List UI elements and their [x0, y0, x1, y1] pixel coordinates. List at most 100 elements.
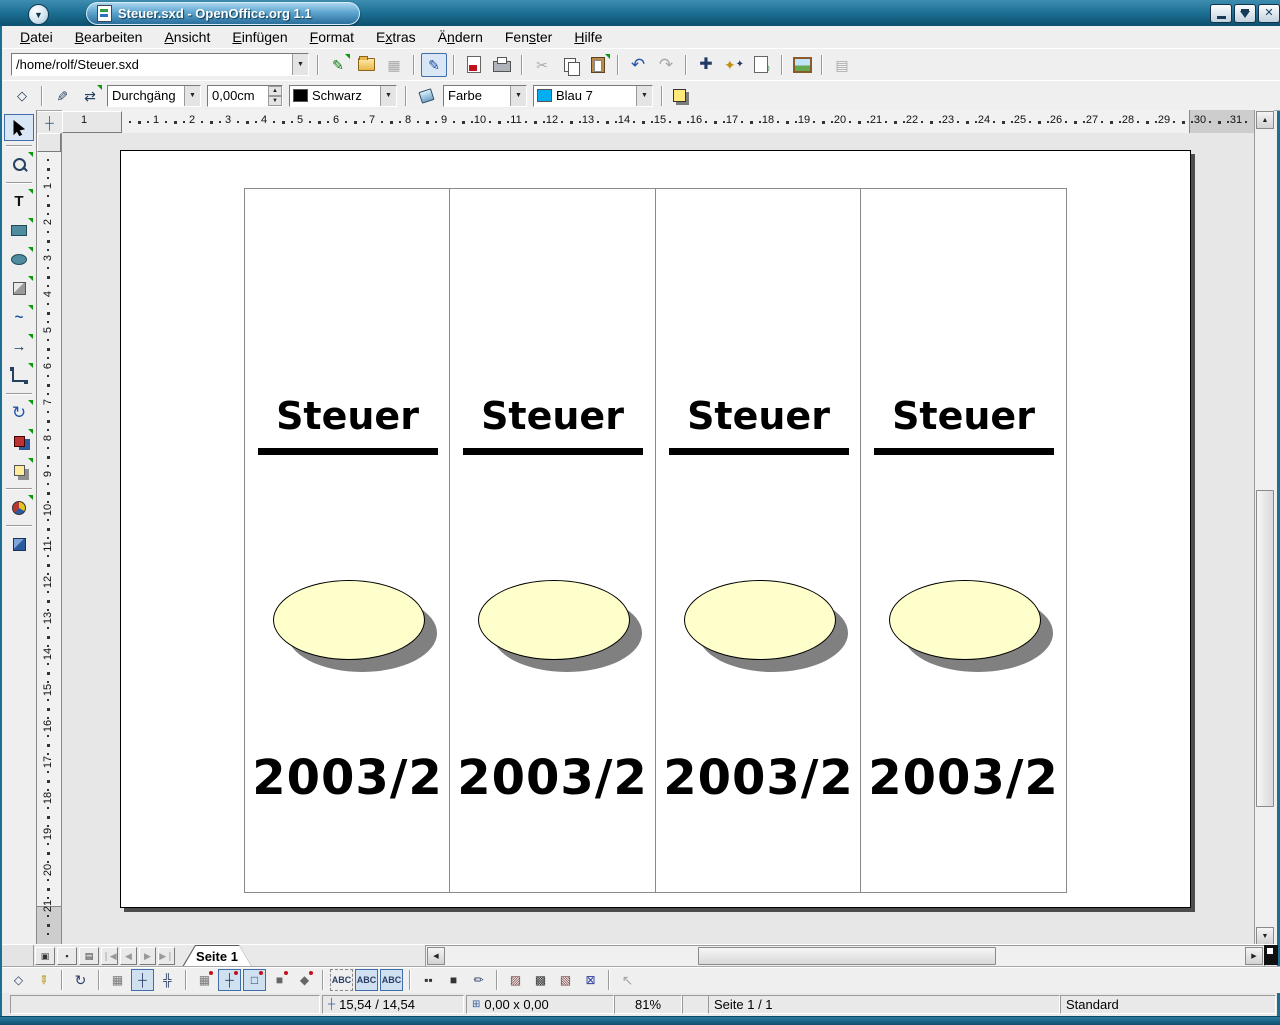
fill-type-combobox[interactable]: Farbe ▼ [443, 85, 527, 107]
label-column[interactable]: Steuer 2003/2 [449, 188, 656, 893]
close-button[interactable]: ✕ [1258, 4, 1280, 23]
hyperlink-icon[interactable]: ◉ [749, 53, 775, 77]
text-placeholder-icon[interactable]: ▧ [554, 969, 577, 991]
horizontal-scrollbar-thumb[interactable] [698, 947, 996, 965]
minimize-button[interactable] [1210, 4, 1232, 23]
snap-to-grid-icon[interactable]: ▦ [193, 969, 216, 991]
picture-placeholder-icon[interactable]: ▨ [504, 969, 527, 991]
view-mode-layers-button[interactable]: ▣ [35, 947, 55, 965]
first-page-button[interactable]: ❘◀ [101, 947, 118, 965]
spin-down-icon[interactable]: ▼ [268, 96, 282, 106]
edit-points-icon[interactable]: ◇ [9, 84, 35, 108]
label-title-text[interactable]: Steuer [892, 394, 1035, 438]
exit-all-groups-icon[interactable]: ↖ [616, 969, 639, 991]
show-grid-icon[interactable]: ▦ [106, 969, 129, 991]
arrow-style-icon[interactable]: ⇄ [77, 84, 103, 108]
status-zoom-cell[interactable]: 81% [614, 995, 682, 1014]
label-title-text[interactable]: Steuer [276, 394, 419, 438]
line-style-dropdown[interactable]: ▼ [184, 86, 200, 106]
navigator-icon[interactable]: ✚ [693, 53, 719, 77]
quick-editing-icon[interactable]: ABC [330, 969, 353, 991]
last-page-button[interactable]: ▶❘ [158, 947, 175, 965]
line-color-dropdown[interactable]: ▼ [380, 86, 396, 106]
menu-item-ndern[interactable]: Ändern [428, 28, 493, 46]
scroll-left-button[interactable]: ◀ [427, 947, 445, 965]
vertical-scrollbar-thumb[interactable] [1256, 490, 1274, 807]
arrange-tool[interactable] [4, 457, 34, 484]
fill-color-combobox[interactable]: Blau 7 ▼ [533, 85, 653, 107]
fill-style-icon[interactable] [413, 84, 439, 108]
redo-icon[interactable]: ↷ [653, 53, 679, 77]
wizard-icon[interactable]: ✦✦ [721, 53, 747, 77]
label-column[interactable]: Steuer 2003/2 [655, 188, 862, 893]
simple-handles-icon[interactable]: ▪▪ [417, 969, 440, 991]
previous-page-button[interactable]: ◀ [120, 947, 137, 965]
line-color-combobox[interactable]: Schwarz ▼ [289, 85, 397, 107]
line-width-value[interactable]: 0,00cm [208, 88, 268, 103]
horizontal-scrollbar[interactable]: ◀ ▶ [425, 945, 1265, 967]
line-style-pen-icon[interactable]: ✎ [50, 83, 74, 109]
page-canvas[interactable]: Steuer 2003/2 Steuer 2003/2 Steuer 2003/… [120, 150, 1191, 908]
snap-to-object-border-icon[interactable]: ■ [268, 969, 291, 991]
alignment-tool[interactable] [4, 428, 34, 455]
label-title-text[interactable]: Steuer [481, 394, 624, 438]
3d-objects-tool[interactable] [4, 275, 34, 302]
url-dropdown-button[interactable]: ▼ [292, 54, 308, 75]
window-menu-button[interactable]: ▼ [28, 4, 49, 25]
zoom-tool[interactable] [4, 151, 34, 178]
menu-item-hilfe[interactable]: Hilfe [564, 28, 612, 46]
label-underline-bar[interactable] [258, 448, 438, 455]
url-input[interactable]: /home/rolf/Steuer.sxd [12, 57, 292, 72]
label-column[interactable]: Steuer 2003/2 [244, 188, 451, 893]
glue-points-icon[interactable]: ✎ [28, 964, 60, 996]
spinner-buttons[interactable]: ▲▼ [268, 86, 282, 106]
fill-color-dropdown[interactable]: ▼ [636, 86, 652, 106]
scroll-right-button[interactable]: ▶ [1245, 947, 1263, 965]
vertical-scrollbar[interactable]: ▲ ▼ [1254, 110, 1274, 946]
edit-file-icon[interactable]: ✎ [421, 53, 447, 77]
menu-item-bearbeiten[interactable]: Bearbeiten [65, 28, 153, 46]
interaction-tool[interactable] [4, 531, 34, 558]
label-ellipse-shape[interactable] [478, 580, 628, 658]
double-click-edit-text-icon[interactable]: ABC [380, 969, 403, 991]
export-pdf-icon[interactable] [461, 53, 487, 77]
snap-to-page-margins-icon[interactable]: □ [243, 969, 266, 991]
snap-to-object-points-icon[interactable]: ◆ [293, 969, 316, 991]
label-year-text[interactable]: 2003/2 [663, 750, 854, 806]
text-tool[interactable]: T [4, 188, 34, 215]
insert-object-tool[interactable] [4, 494, 34, 521]
rotate-tool[interactable]: ↻ [4, 399, 34, 426]
new-document-icon[interactable]: ✎ [325, 53, 351, 77]
show-snap-lines-icon[interactable]: ┼ [131, 969, 154, 991]
snap-to-snap-lines-icon[interactable]: ┼ [218, 969, 241, 991]
cut-icon[interactable]: ✂ [529, 53, 555, 77]
menu-item-datei[interactable]: Datei [10, 28, 63, 46]
label-underline-bar[interactable] [669, 448, 849, 455]
drawing-area[interactable]: Steuer 2003/2 Steuer 2003/2 Steuer 2003/… [62, 133, 1254, 944]
rectangle-tool[interactable] [4, 217, 34, 244]
large-handles-icon[interactable]: ■ [442, 969, 465, 991]
scroll-down-button[interactable]: ▼ [1256, 927, 1274, 945]
label-ellipse-shape[interactable] [889, 580, 1039, 658]
scroll-up-button[interactable]: ▲ [1256, 111, 1274, 129]
gallery-icon[interactable] [789, 53, 815, 77]
url-combobox[interactable]: /home/rolf/Steuer.sxd ▼ [11, 53, 309, 76]
modify-with-attributes-icon[interactable]: ✏ [467, 969, 490, 991]
label-year-text[interactable]: 2003/2 [457, 750, 648, 806]
horizontal-ruler[interactable]: 1123456789101112131415161718192021222324… [62, 110, 1254, 134]
line-contour-icon[interactable]: ⊠ [579, 969, 602, 991]
next-page-button[interactable]: ▶ [139, 947, 156, 965]
open-icon[interactable] [353, 53, 379, 77]
label-title-text[interactable]: Steuer [687, 394, 830, 438]
label-column[interactable]: Steuer 2003/2 [860, 188, 1067, 893]
shadow-toggle-icon[interactable] [669, 84, 695, 108]
edit-points-mode-icon[interactable]: ◇ [7, 969, 30, 991]
ellipse-tool[interactable] [4, 246, 34, 273]
preview-icon[interactable]: ▤ [829, 53, 855, 77]
copy-icon[interactable] [557, 53, 583, 77]
view-mode-outline-button[interactable]: ▤ [79, 947, 99, 965]
menu-item-ansicht[interactable]: Ansicht [154, 28, 220, 46]
menu-item-einfgen[interactable]: Einfügen [222, 28, 297, 46]
label-underline-bar[interactable] [874, 448, 1054, 455]
line-width-spinner[interactable]: 0,00cm ▲▼ [207, 85, 283, 107]
